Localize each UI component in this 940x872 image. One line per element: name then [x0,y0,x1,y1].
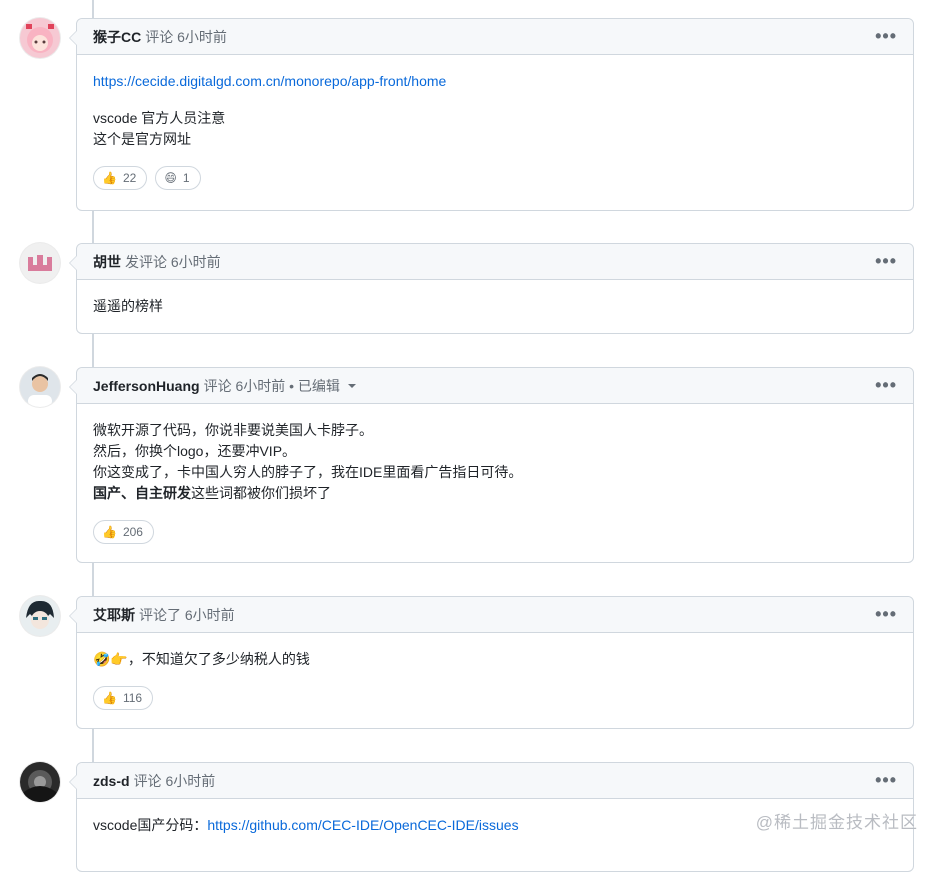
comment-text-line: 遥遥的榜样 [93,298,163,314]
bold-text: 国产、自主研发 [93,485,191,501]
comment-text: vscode国产分码： [93,817,208,833]
comment-meta: 发评论 6小时前 [125,253,221,270]
author-name[interactable]: JeffersonHuang [93,378,200,394]
comment-header: 猴子CC 评论 6小时前 ••• [77,19,913,55]
reactions-bar: 👍 116 [77,686,913,726]
comment-text-line: 🤣👉，不知道欠了多少纳税人的钱 [93,649,897,670]
avatar-zds-d[interactable] [20,762,60,802]
reaction-count: 22 [122,171,137,185]
comment-body: 🤣👉，不知道欠了多少纳税人的钱 [77,633,913,670]
reaction-thumbs-up[interactable]: 👍 22 [93,166,148,190]
reactions-bar: 👍 206 [77,520,913,560]
comment-text-line: vscode 官方人员注意 [93,110,226,126]
avatar-hushi[interactable] [20,243,60,283]
comment-text-line: 这个是官方网址 [93,131,191,147]
avatar-anime-boy-icon [20,596,60,636]
reaction-thumbs-up[interactable]: 👍 206 [93,520,154,544]
comment-box: 艾耶斯 评论了 6小时前 ••• 🤣👉，不知道欠了多少纳税人的钱 👍 116 [69,596,914,729]
comment-meta: 评论 6小时前 • 已编辑 [203,377,340,394]
avatar-anime-girl-icon [20,18,60,58]
comment-body: 微软开源了代码，你说非要说美国人卡脖子。 然后，你换个logo，还要冲VIP。 … [77,404,913,504]
thumbs-up-icon: 👍 [102,691,117,705]
comment-box: 胡世 发评论 6小时前 ••• 遥遥的榜样 [69,243,914,334]
comment-link[interactable]: https://cecide.digitalgd.com.cn/monorepo… [93,73,446,89]
author-name[interactable]: 艾耶斯 [93,605,135,625]
avatar-houzicc[interactable] [20,18,60,58]
comment-box: 猴子CC 评论 6小时前 ••• https://cecide.digitalg… [69,18,914,211]
comment-meta: 评论 6小时前 [145,28,227,45]
avatar-photo-icon [20,367,60,407]
watermark: @稀土掘金技术社区 [755,813,918,832]
comment-meta: 评论了 6小时前 [139,606,235,623]
comment-box: JeffersonHuang 评论 6小时前 • 已编辑 ••• 微软开源了代码… [69,367,914,563]
laughing-pointing-emoji-icon: 🤣👉 [93,651,128,667]
comment-link[interactable]: https://github.com/CEC-IDE/OpenCEC-IDE/i… [207,817,518,833]
thumbs-up-icon: 👍 [102,525,117,539]
comment-body: 遥遥的榜样 [77,280,913,317]
comment-text-line: 国产、自主研发这些词都被你们损坏了 [93,483,897,504]
comment-text: 这些词都被你们损坏了 [191,485,331,501]
author-name[interactable]: 猴子CC [93,27,141,47]
reactions-bar: 👍 22 😄 1 [77,166,913,206]
edit-history-dropdown-icon[interactable] [347,383,356,388]
comment-header: zds-d 评论 6小时前 ••• [77,763,913,799]
more-options-icon[interactable]: ••• [875,605,897,623]
more-options-icon[interactable]: ••• [875,252,897,270]
comment-text-line: 你这变成了，卡中国人穷人的脖子了，我在IDE里面看广告指日可待。 [93,464,523,480]
author-name[interactable]: zds-d [93,773,130,789]
more-options-icon[interactable]: ••• [875,771,897,789]
more-options-icon[interactable]: ••• [875,376,897,394]
comment-text-line: 然后，你换个logo，还要冲VIP。 [93,443,297,459]
comment-body: https://cecide.digitalgd.com.cn/monorepo… [77,55,913,150]
grinning-face-icon: 😄 [164,171,177,185]
thumbs-up-icon: 👍 [102,171,117,185]
avatar-dark-photo-icon [20,762,60,802]
avatar-aiyesi[interactable] [20,596,60,636]
more-options-icon[interactable]: ••• [875,27,897,45]
reaction-count: 1 [182,171,190,185]
comment-header: JeffersonHuang 评论 6小时前 • 已编辑 ••• [77,368,913,404]
comment-text: ，不知道欠了多少纳税人的钱 [127,651,310,667]
comment-text-line: 微软开源了代码，你说非要说美国人卡脖子。 [93,422,373,438]
reaction-smile[interactable]: 😄 1 [155,166,201,190]
reaction-thumbs-up[interactable]: 👍 116 [93,686,154,710]
reaction-count: 116 [122,691,143,705]
comment-header: 胡世 发评论 6小时前 ••• [77,244,913,280]
avatar-jeffersonhuang[interactable] [20,367,60,407]
comment-meta: 评论 6小时前 [133,772,216,789]
comment-header: 艾耶斯 评论了 6小时前 ••• [77,597,913,633]
reaction-count: 206 [122,525,143,539]
avatar-identicon-icon [20,243,60,283]
author-name[interactable]: 胡世 [93,252,121,272]
